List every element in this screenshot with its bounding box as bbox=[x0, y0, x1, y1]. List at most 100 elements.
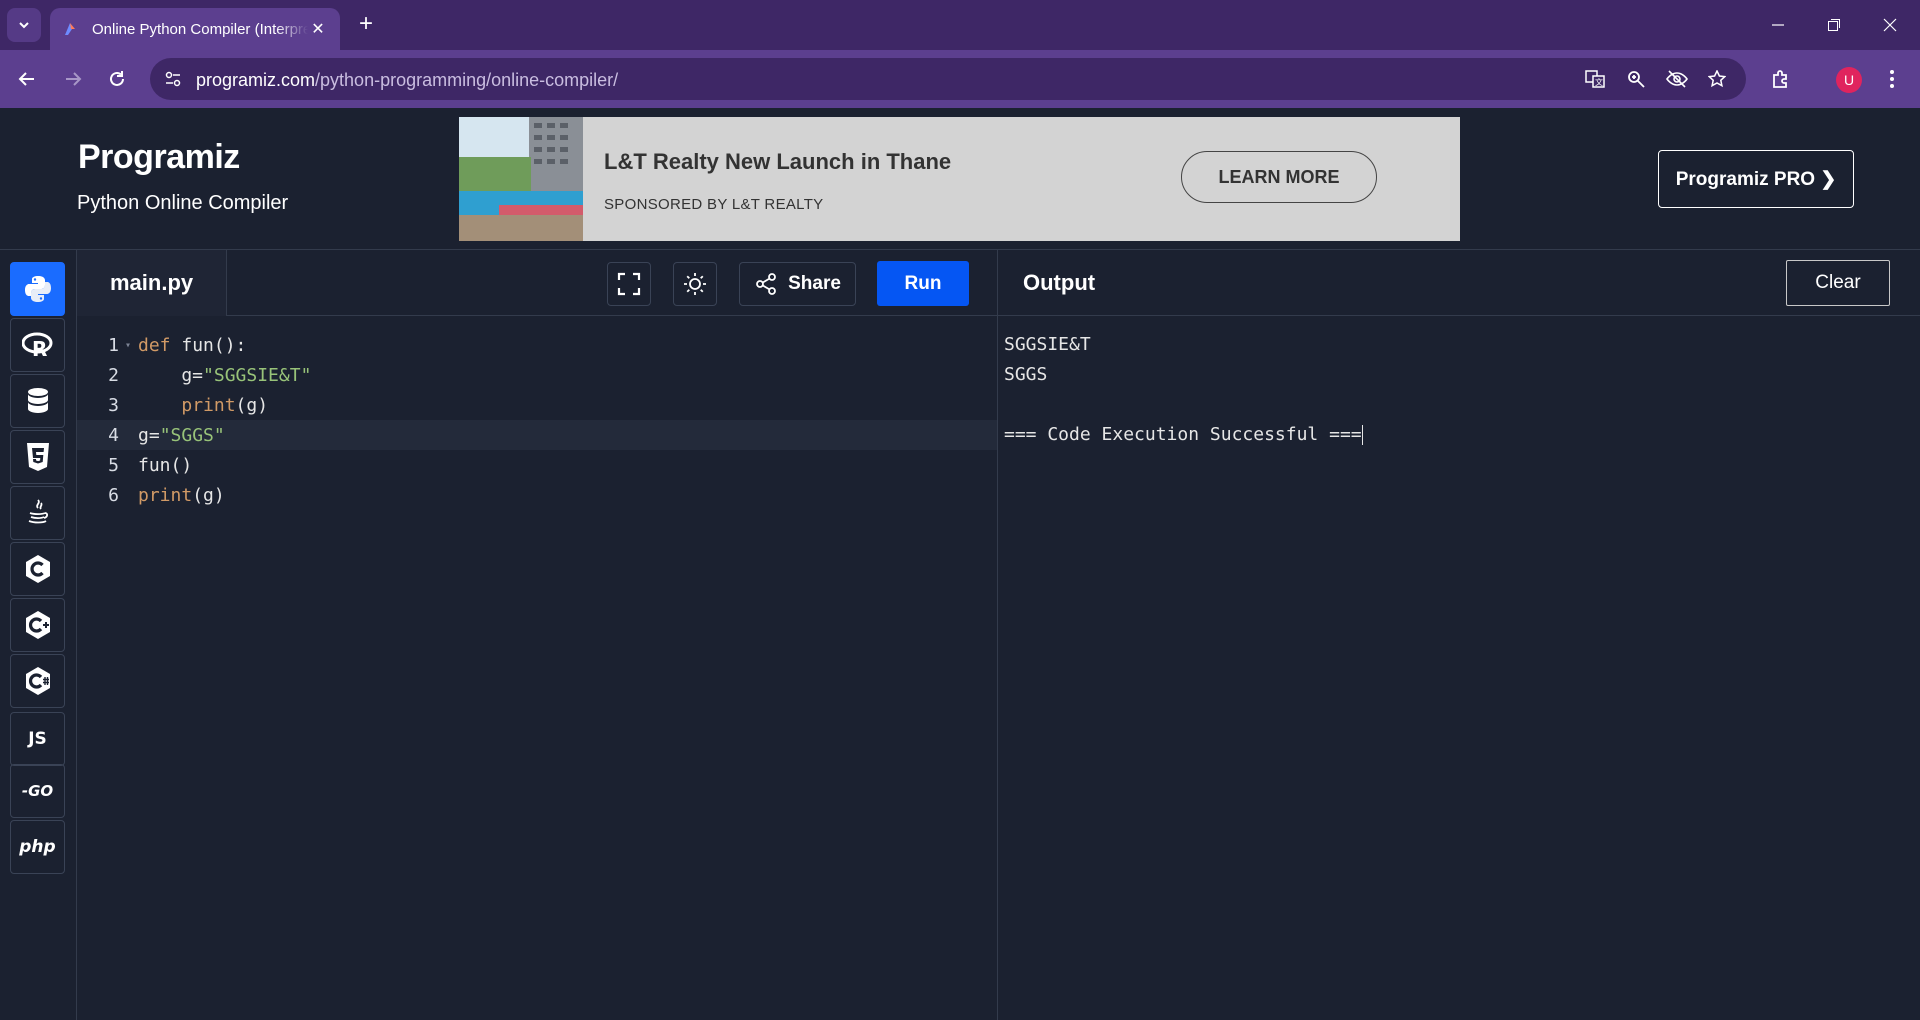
minimize-icon bbox=[1772, 24, 1784, 26]
eye-off-icon[interactable] bbox=[1666, 68, 1688, 90]
fullscreen-icon bbox=[617, 272, 641, 296]
code-text: print(g) bbox=[137, 395, 268, 416]
site-header: Programiz Python Online Compiler L&T Rea… bbox=[0, 108, 1920, 250]
html-lang-icon bbox=[26, 443, 49, 471]
page-subtitle: Python Online Compiler bbox=[77, 192, 289, 214]
browser-toolbar: programiz.com/python-programming/online-… bbox=[0, 50, 1920, 108]
zoom-icon[interactable] bbox=[1625, 68, 1647, 90]
share-button[interactable]: Share bbox=[739, 262, 856, 306]
reload-button[interactable] bbox=[100, 62, 134, 96]
run-button[interactable]: Run bbox=[877, 261, 969, 306]
svg-text:文: 文 bbox=[1595, 77, 1603, 87]
code-line[interactable]: 4 g="SGGS" bbox=[77, 420, 997, 450]
puzzle-icon bbox=[1773, 70, 1787, 88]
theme-toggle-button[interactable] bbox=[673, 262, 717, 306]
site-info-icon[interactable] bbox=[162, 68, 184, 90]
output-console[interactable]: SGGSIE&T SGGS === Code Execution Successfu… bbox=[1004, 316, 1904, 450]
browser-tab-strip: Online Python Compiler (Interpreter) ✕ + bbox=[0, 0, 1920, 50]
language-go-lang[interactable]: -GO bbox=[10, 764, 65, 818]
code-line[interactable]: 5 fun() bbox=[77, 450, 997, 480]
language-java-lang[interactable] bbox=[10, 486, 65, 540]
svg-text:R: R bbox=[32, 337, 47, 358]
js-lang-icon: JS bbox=[28, 729, 47, 749]
language-csharp-lang[interactable] bbox=[10, 654, 65, 708]
sql-lang-icon bbox=[27, 388, 48, 413]
r-lang-icon: R bbox=[21, 332, 52, 358]
language-cpp-lang[interactable] bbox=[10, 598, 65, 652]
programiz-logo[interactable]: Programiz bbox=[78, 138, 240, 177]
code-line[interactable]: 3 print(g) bbox=[77, 390, 997, 420]
code-token: fun(): bbox=[170, 334, 247, 356]
panel-divider[interactable] bbox=[997, 250, 998, 1020]
tab-title: Online Python Compiler (Interpreter) bbox=[92, 20, 308, 38]
language-r-lang[interactable]: R bbox=[10, 318, 65, 372]
extensions-button[interactable] bbox=[1764, 62, 1798, 96]
close-icon bbox=[1883, 18, 1897, 32]
line-number: 4 bbox=[108, 424, 119, 446]
code-line[interactable]: 2 g="SGGSIE&T" bbox=[77, 360, 997, 390]
share-icon bbox=[756, 273, 776, 295]
language-sidebar: R JS -GO php bbox=[0, 250, 77, 1020]
code-token: fun() bbox=[138, 454, 193, 476]
text-caret bbox=[1361, 425, 1363, 445]
language-php-lang[interactable]: php bbox=[10, 820, 65, 874]
language-c-lang[interactable] bbox=[10, 542, 65, 596]
file-tab[interactable]: main.py bbox=[77, 250, 227, 316]
cpp-lang-icon bbox=[25, 611, 50, 639]
csharp-lang-icon bbox=[25, 667, 50, 695]
bookmark-star-icon[interactable] bbox=[1706, 68, 1728, 90]
code-text: fun() bbox=[137, 455, 192, 476]
sun-icon bbox=[684, 273, 706, 295]
code-token: (g) bbox=[192, 484, 225, 506]
editor-toolbar: main.py Share Run bbox=[77, 250, 997, 316]
ad-title[interactable]: L&T Realty New Launch in Thane bbox=[604, 149, 951, 175]
clear-button[interactable]: Clear bbox=[1786, 260, 1890, 306]
new-tab-button[interactable]: + bbox=[352, 10, 380, 38]
browser-menu-button[interactable] bbox=[1875, 62, 1909, 96]
url-domain: programiz.com bbox=[196, 70, 316, 90]
output-toolbar: Output Clear bbox=[998, 250, 1920, 316]
tab-search-button[interactable] bbox=[7, 8, 41, 42]
chevron-down-icon bbox=[19, 22, 29, 29]
minimize-button[interactable] bbox=[1750, 0, 1806, 50]
ad-image[interactable] bbox=[459, 117, 583, 241]
code-line[interactable]: 1 ▾ def fun(): bbox=[77, 330, 997, 360]
tab-close-icon[interactable]: ✕ bbox=[308, 19, 328, 39]
java-lang-icon bbox=[28, 499, 48, 524]
more-vert-icon bbox=[1890, 70, 1894, 88]
programiz-pro-button[interactable]: Programiz PRO ❯ bbox=[1658, 150, 1854, 208]
translate-icon[interactable]: 文 bbox=[1584, 68, 1606, 90]
output-title: Output bbox=[1023, 270, 1096, 295]
reload-icon bbox=[110, 71, 124, 86]
line-number: 2 bbox=[108, 364, 119, 386]
forward-button[interactable] bbox=[56, 62, 90, 96]
back-button[interactable] bbox=[10, 62, 44, 96]
language-sql-lang[interactable] bbox=[10, 374, 65, 428]
code-text: g="SGGSIE&T" bbox=[137, 365, 311, 386]
code-text: def fun(): bbox=[137, 335, 246, 356]
code-token: "SGGS" bbox=[159, 424, 225, 446]
php-lang-icon: php bbox=[19, 837, 56, 857]
restore-icon bbox=[1828, 19, 1840, 31]
programiz-favicon-icon bbox=[65, 23, 75, 35]
profile-avatar[interactable]: U bbox=[1836, 67, 1862, 93]
arrow-left-icon bbox=[18, 72, 34, 86]
fold-arrow-icon[interactable]: ▾ bbox=[119, 340, 137, 351]
code-line[interactable]: 6 print(g) bbox=[77, 480, 997, 510]
output-line: SGGSIE&T bbox=[1004, 334, 1091, 355]
fullscreen-button[interactable] bbox=[607, 262, 651, 306]
ad-banner[interactable]: L&T Realty New Launch in Thane SPONSORED… bbox=[459, 117, 1460, 241]
language-html-lang[interactable] bbox=[10, 430, 65, 484]
language-python-lang[interactable] bbox=[10, 262, 65, 316]
code-token: g= bbox=[138, 424, 160, 446]
language-js-lang[interactable]: JS bbox=[10, 712, 65, 766]
restore-button[interactable] bbox=[1806, 0, 1862, 50]
arrow-right-icon bbox=[66, 72, 82, 86]
address-bar[interactable]: programiz.com/python-programming/online-… bbox=[150, 58, 1746, 100]
browser-tab-active[interactable]: Online Python Compiler (Interpreter) ✕ bbox=[50, 8, 340, 50]
learn-more-button[interactable]: LEARN MORE bbox=[1181, 151, 1377, 203]
code-editor[interactable]: 1 ▾ def fun(): 2 g="SGGSIE&T" 3 print(g) 4 g="… bbox=[77, 316, 997, 1020]
close-window-button[interactable] bbox=[1862, 0, 1918, 50]
output-line: SGGS bbox=[1004, 364, 1048, 385]
